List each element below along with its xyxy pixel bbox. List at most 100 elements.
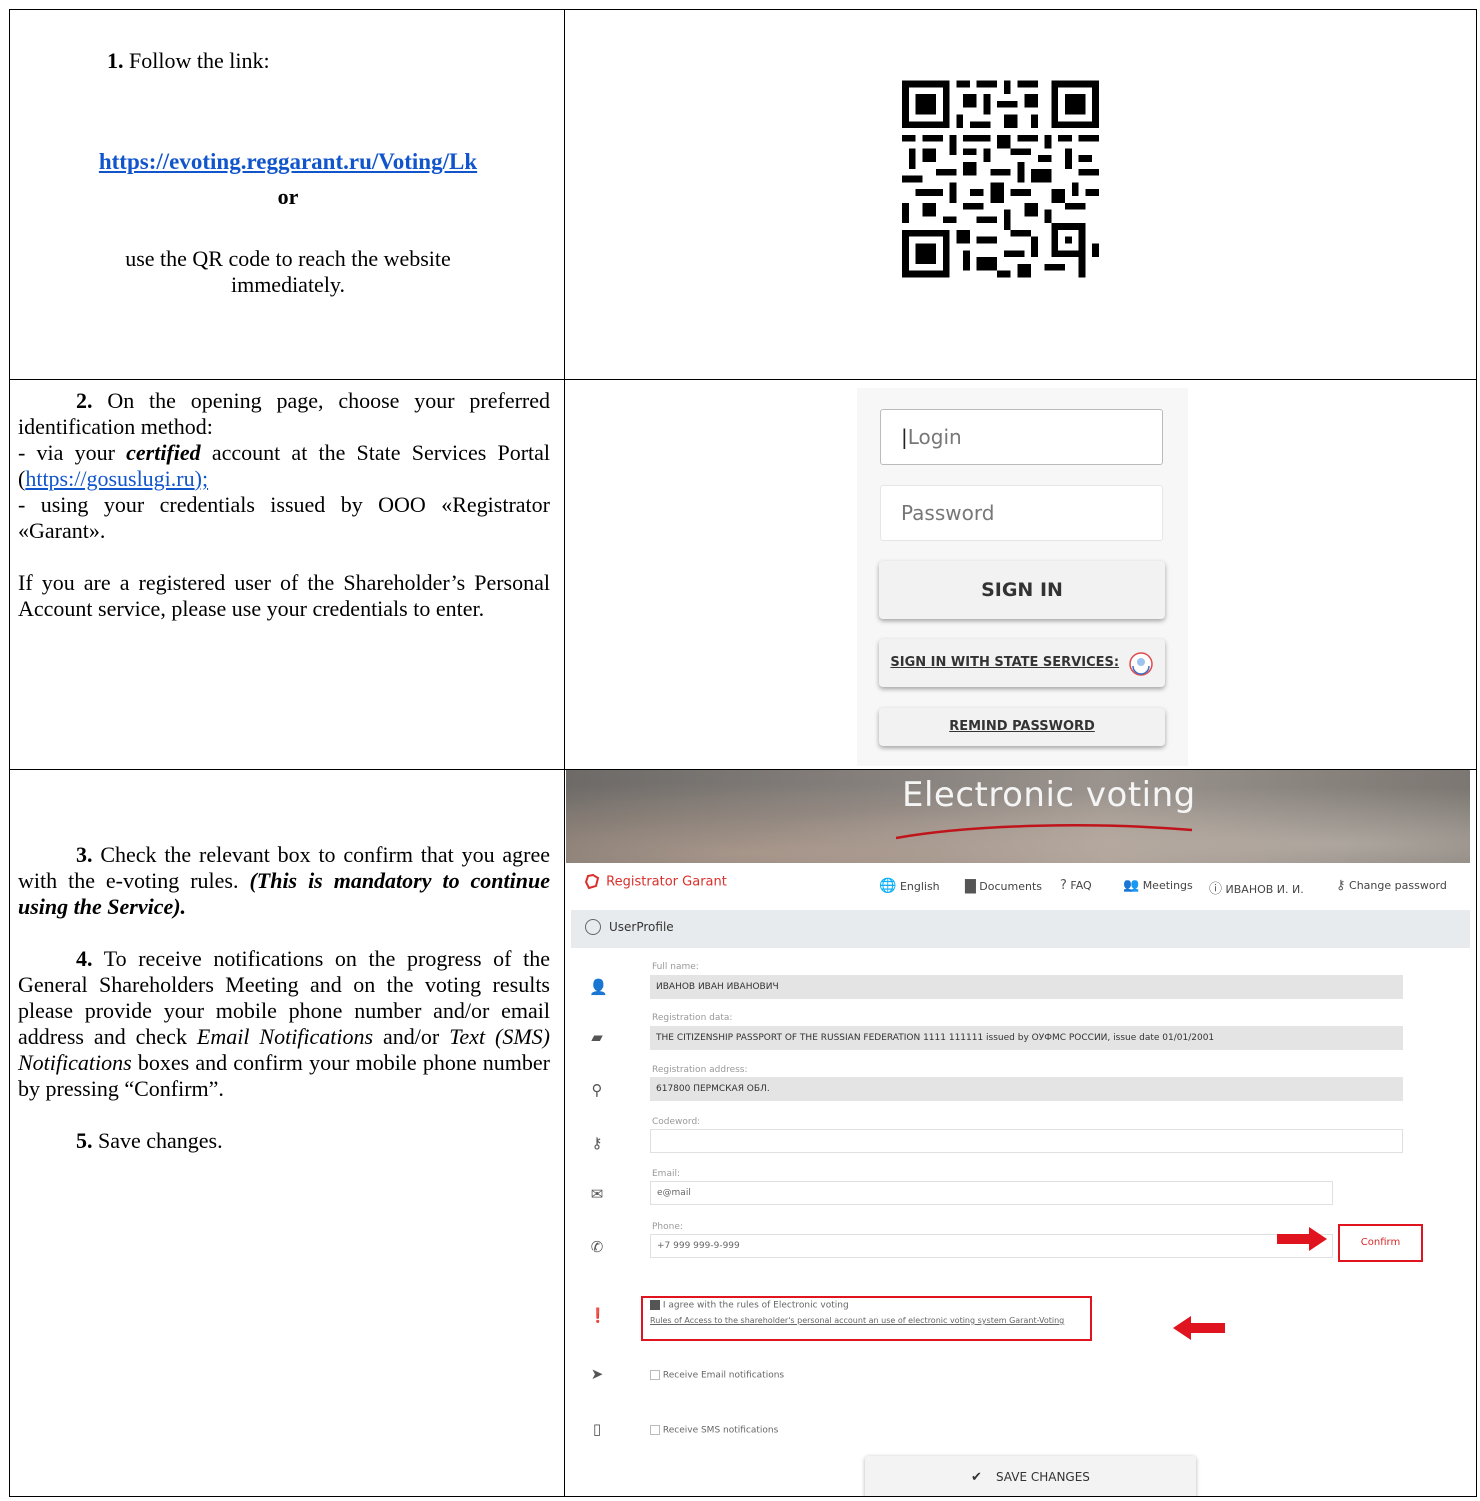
registration-address-field: 617800 ПЕРМСКАЯ ОБЛ. [650, 1077, 1403, 1101]
save-changes-label: SAVE CHANGES [995, 1470, 1090, 1484]
full-name-label: Full name: [652, 962, 699, 972]
nav-change-password-label: Change password [1349, 879, 1447, 892]
step2-option1-emphasis: certified [126, 440, 201, 465]
phone-label: Phone: [652, 1222, 683, 1232]
person-icon: 👤 [589, 978, 608, 996]
or-text: or [277, 184, 299, 209]
registration-data-field: THE CITIZENSHIP PASSPORT OF THE RUSSIAN … [650, 1026, 1403, 1050]
step2-option2: - using your credentials issued by OOO «… [18, 492, 550, 543]
codeword-key-icon: ⚷ [591, 1134, 603, 1152]
step4-email-notifications: Email Notifications [196, 1024, 374, 1049]
agree-checkbox[interactable] [650, 1300, 660, 1310]
step2-note: If you are a registered user of the Shar… [18, 570, 550, 621]
profile-screenshot: Electronic voting Registrator Garant 🌐 E… [565, 770, 1476, 1496]
send-icon: ➤ [590, 1365, 604, 1383]
password-input[interactable]: Password [880, 485, 1163, 541]
arrow-left-icon [1173, 1316, 1225, 1340]
user-circle-icon: ⓘ [1209, 882, 1223, 897]
state-services-label: SIGN IN WITH STATE SERVICES: [890, 655, 1120, 670]
nav-change-password[interactable]: ⚷ Change password [1336, 878, 1447, 893]
save-changes-button[interactable]: ✔ SAVE CHANGES [865, 1456, 1196, 1496]
step5-number: 5. [76, 1128, 93, 1153]
qr-line-1: use the QR code to reach the website [125, 246, 451, 271]
codeword-label: Codeword: [652, 1117, 701, 1127]
top-navbar: Registrator Garant 🌐 English ▇ Documents… [566, 870, 1470, 900]
login-input[interactable]: |Login [880, 409, 1163, 465]
nav-documents[interactable]: ▇ Documents [965, 878, 1042, 894]
email-notifications-label: Receive Email notifications [662, 1370, 785, 1381]
step4-text-b: and/or [373, 1024, 450, 1049]
email-input[interactable]: e@mail [650, 1181, 1333, 1205]
sms-notifications-checkbox[interactable] [650, 1425, 660, 1435]
email-label: Email: [652, 1169, 681, 1179]
section-title: UserProfile [609, 920, 674, 934]
question-icon: ? [1060, 878, 1067, 893]
nav-faq-label: FAQ [1070, 879, 1092, 892]
user-profile-icon [585, 919, 601, 935]
qr-code-icon[interactable] [902, 71, 1099, 287]
qr-line-2: immediately. [230, 272, 346, 297]
arrow-right-icon [1277, 1227, 1327, 1251]
step2-option1-end: ); [194, 466, 209, 491]
sign-in-button[interactable]: SIGN IN [879, 561, 1165, 619]
brand-logo[interactable]: Registrator Garant [584, 873, 727, 890]
step2-text-block: 2. On the opening page, choose your pref… [18, 388, 550, 622]
login-placeholder: Login [907, 425, 962, 449]
checkmark-icon: ✔ [971, 1470, 982, 1485]
step3-number: 3. [76, 842, 93, 867]
codeword-input[interactable] [650, 1129, 1403, 1153]
login-cell: |Login Password SIGN IN SIGN IN WITH STA… [564, 379, 1477, 770]
steps-3-5-cell: 3. Check the relevant box to confirm tha… [9, 769, 565, 1497]
document-icon: ▇ [965, 878, 976, 894]
nav-meetings-label: Meetings [1142, 879, 1193, 892]
agree-label: I agree with the rules of Electronic vot… [662, 1300, 849, 1311]
remind-password-label: REMIND PASSWORD [949, 719, 1095, 734]
nav-english[interactable]: 🌐 English [879, 878, 940, 894]
nav-documents-label: Documents [979, 880, 1042, 893]
nav-faq[interactable]: ? FAQ [1060, 878, 1092, 893]
rules-link[interactable]: Rules of Access to the shareholder's per… [650, 1316, 1064, 1325]
passport-icon: ▰ [591, 1028, 603, 1046]
key-icon: ⚷ [1336, 878, 1346, 893]
step1-text: Follow the link: [129, 48, 270, 73]
step2-intro: On the opening page, choose your preferr… [18, 388, 551, 439]
qr-cell [564, 9, 1477, 380]
confirm-label: Confirm [1360, 1237, 1401, 1248]
step2-cell: 2. On the opening page, choose your pref… [9, 379, 565, 770]
globe-icon: 🌐 [879, 878, 897, 894]
step5-text: Save changes. [98, 1128, 223, 1153]
brand-name: Registrator Garant [606, 874, 727, 890]
nav-meetings[interactable]: 👥 Meetings [1123, 878, 1193, 893]
password-placeholder: Password [901, 501, 995, 525]
banner-swoosh-icon [896, 824, 1193, 840]
state-services-button[interactable]: SIGN IN WITH STATE SERVICES: [879, 639, 1165, 687]
sms-notifications-row: Receive SMS notifications [650, 1425, 778, 1436]
nav-user[interactable]: ⓘ ИВАНОВ И. И. [1209, 878, 1304, 897]
section-header: UserProfile [571, 910, 1470, 948]
exclamation-icon: ❗ [589, 1308, 607, 1324]
steps-text-block: 3. Check the relevant box to confirm tha… [18, 842, 550, 1154]
people-icon: 👥 [1123, 878, 1140, 893]
registration-data-label: Registration data: [652, 1013, 733, 1023]
phone-icon: ✆ [590, 1238, 604, 1256]
nav-english-label: English [899, 880, 940, 893]
full-name-field: ИВАНОВ ИВАН ИВАНОВИЧ [650, 975, 1403, 999]
mobile-icon: ▯ [592, 1420, 602, 1438]
evoting-link[interactable]: https://evoting.reggarant.ru/Voting/Lk [99, 149, 477, 174]
registration-address-label: Registration address: [652, 1065, 748, 1075]
step1-number: 1. [107, 48, 124, 73]
location-icon: ⚲ [591, 1081, 603, 1099]
phone-input[interactable]: +7 999 999-9-999 [650, 1234, 1333, 1258]
confirm-button[interactable]: Confirm [1338, 1224, 1423, 1262]
gosuslugi-link[interactable]: https://gosuslugi.ru [25, 466, 194, 491]
gosuslugi-logo-icon [1128, 650, 1154, 676]
agree-row: I agree with the rules of Electronic vot… [650, 1300, 849, 1311]
remind-password-button[interactable]: REMIND PASSWORD [879, 708, 1165, 746]
banner-title: Electronic voting [902, 775, 1196, 815]
login-panel: |Login Password SIGN IN SIGN IN WITH STA… [857, 388, 1188, 766]
step4-number: 4. [76, 946, 93, 971]
email-notifications-checkbox[interactable] [650, 1370, 660, 1380]
step2-number: 2. [76, 388, 93, 413]
instruction-table: 1. Follow the link: https://evoting.regg… [0, 0, 1480, 1501]
nav-user-label: ИВАНОВ И. И. [1225, 883, 1304, 896]
